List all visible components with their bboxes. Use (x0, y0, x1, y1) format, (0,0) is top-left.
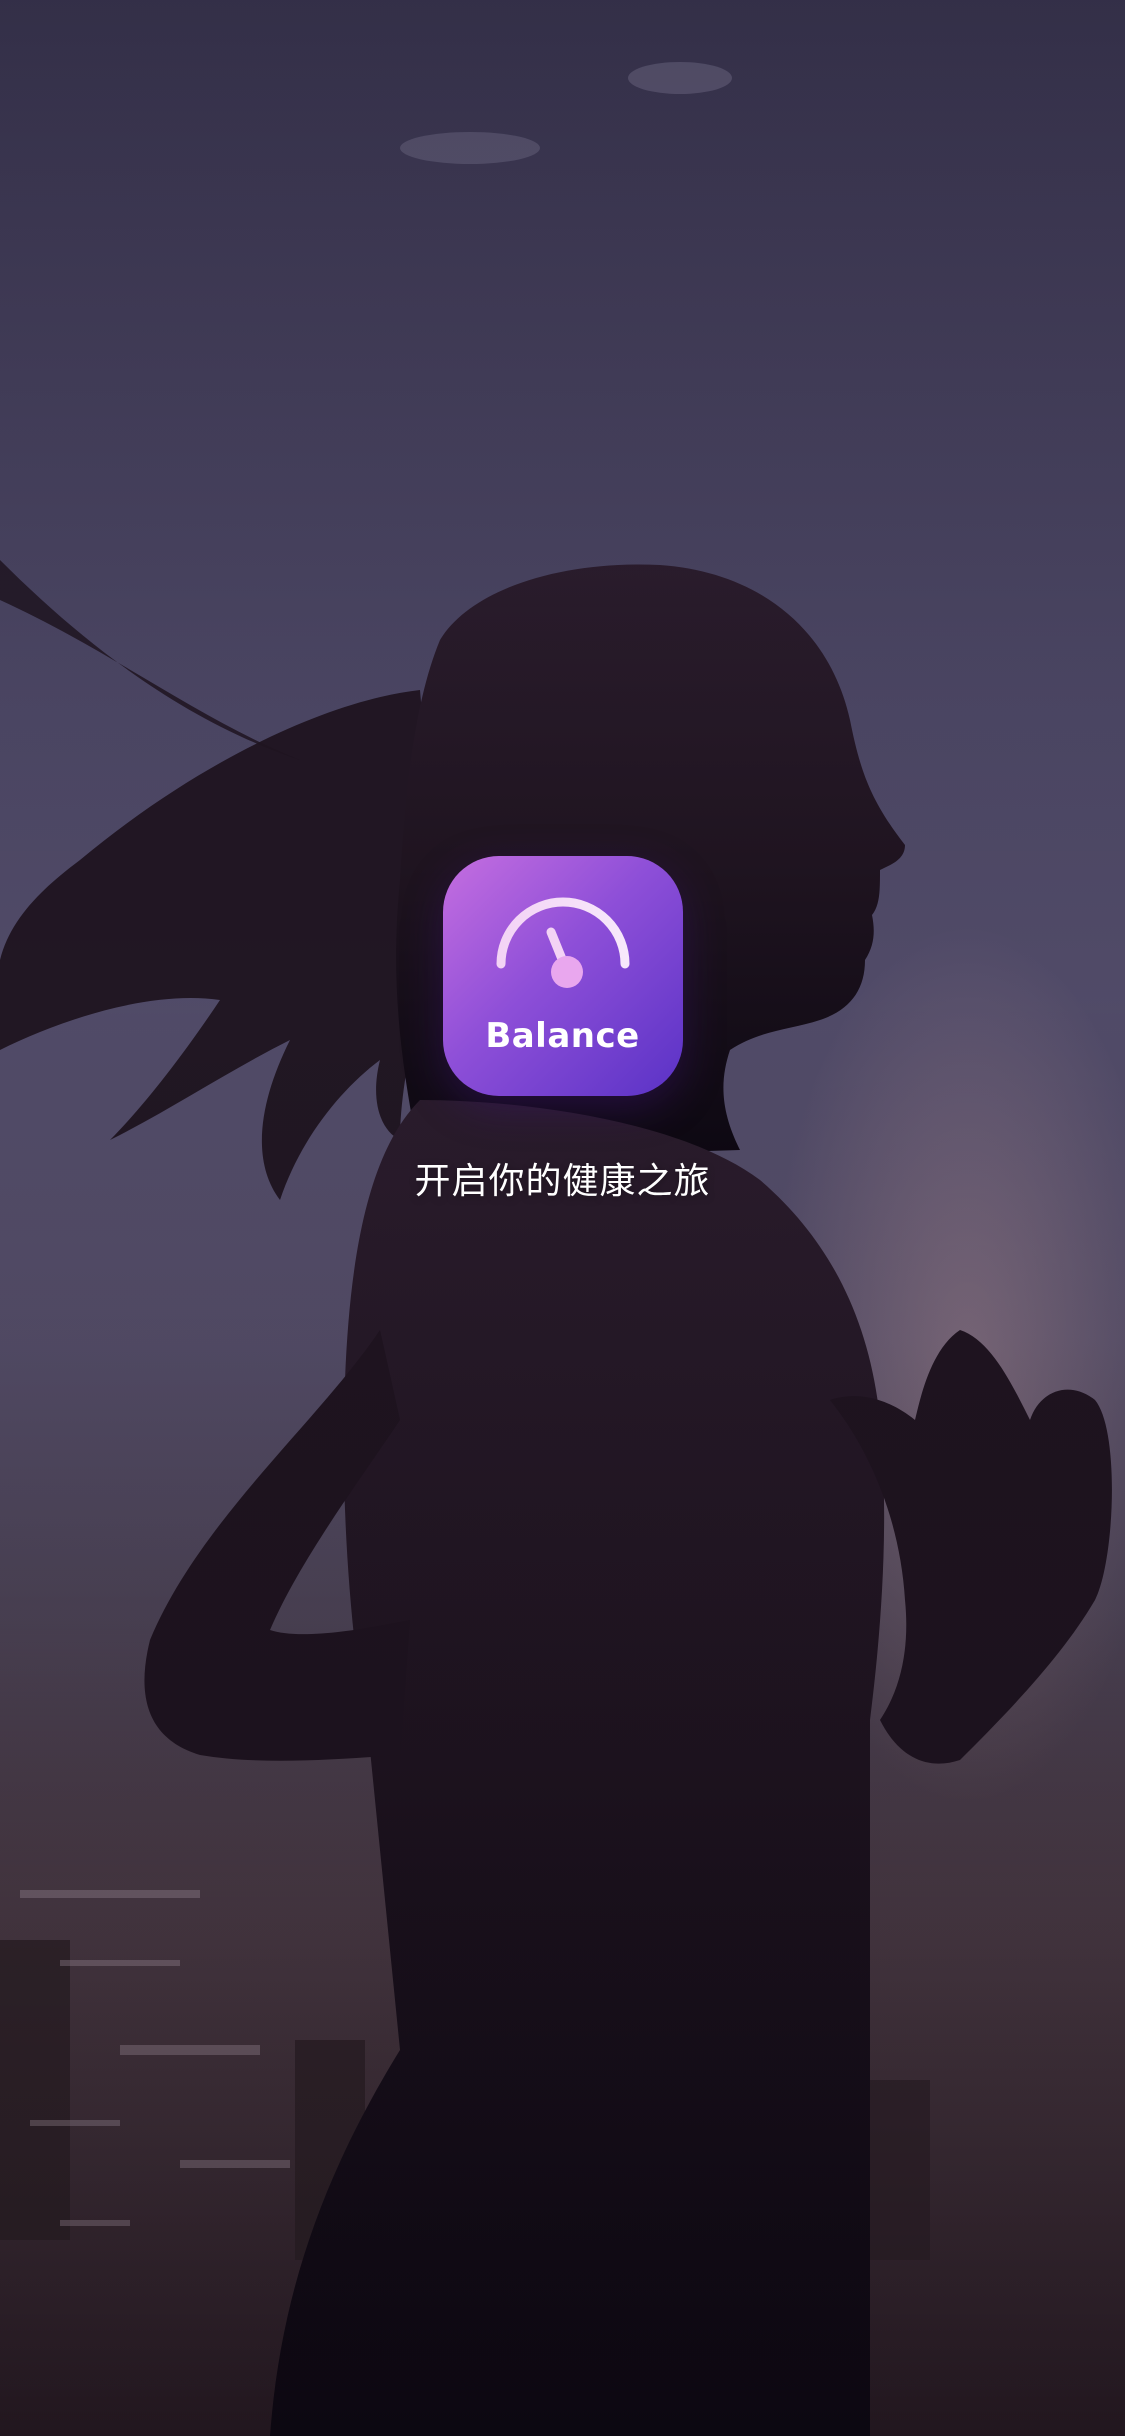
background-dim-overlay (0, 0, 1125, 2436)
app-icon: Balance (442, 856, 683, 1096)
splash-branding: Balance 开启你的健康之旅 (0, 856, 1125, 1204)
gauge-icon (496, 897, 629, 988)
splash-screen: Balance 开启你的健康之旅 (0, 0, 1125, 2436)
splash-tagline: 开启你的健康之旅 (414, 1161, 711, 1202)
app-name: Balance (485, 1016, 640, 1056)
